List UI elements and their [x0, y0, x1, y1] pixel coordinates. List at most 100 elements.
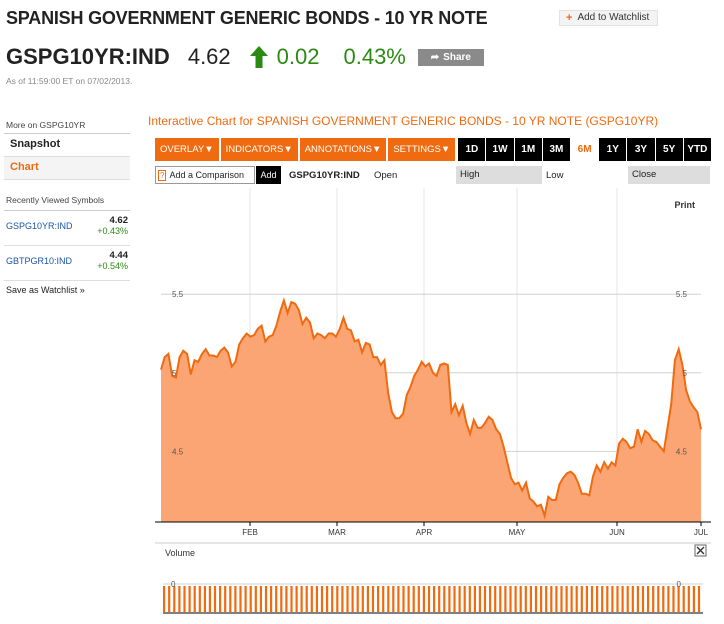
volume-tick-label-left: 0 [171, 580, 176, 589]
volume-bar [326, 586, 329, 612]
volume-bar [473, 586, 476, 612]
volume-bar [178, 586, 181, 612]
volume-bar [601, 586, 604, 612]
volume-bar [244, 586, 247, 612]
volume-bar [453, 586, 456, 612]
quote-price: 4.62 [187, 44, 231, 69]
range-3m-button[interactable]: 3M [542, 138, 571, 161]
quote-pct-change: 0.43% [343, 44, 406, 69]
volume-bar [188, 586, 191, 612]
range-1d-button[interactable]: 1D [458, 138, 486, 161]
close-label: Close [628, 166, 710, 184]
volume-bar [524, 586, 527, 612]
plus-icon: + [566, 12, 573, 24]
overlay-menu[interactable]: OVERLAY▼ [155, 138, 219, 161]
range-ytd-button[interactable]: YTD [683, 138, 711, 161]
range-6m-button[interactable]: 6M [571, 138, 599, 161]
range-1y-button[interactable]: 1Y [599, 138, 627, 161]
recent-symbol-link[interactable]: GBTPGR10:IND [6, 256, 72, 266]
sidebar-item-chart[interactable]: Chart [4, 157, 130, 180]
volume-bar [392, 586, 395, 612]
volume-bar [198, 586, 201, 612]
volume-bar [652, 586, 655, 612]
volume-bar [427, 586, 431, 612]
volume-bar [173, 586, 176, 612]
recent-symbol-link[interactable]: GSPG10YR:IND [6, 221, 73, 231]
add-comparison-button[interactable]: Add [256, 166, 281, 184]
volume-bar [249, 586, 252, 612]
volume-bar [387, 586, 390, 612]
indicators-menu[interactable]: INDICATORS▼ [220, 138, 298, 161]
volume-bar [662, 586, 665, 612]
volume-bar [285, 586, 288, 612]
quote-row: GSPG10YR:IND 4.62 0.02 0.43% ➦ Share [6, 42, 484, 72]
sidebar-heading: More on GSPG10YR [4, 118, 130, 134]
volume-bar [275, 586, 278, 612]
volume-bar [443, 586, 446, 612]
chart-symbol: GSPG10YR:IND [289, 169, 360, 181]
low-label: Low [546, 169, 564, 181]
range-5y-button[interactable]: 5Y [655, 138, 683, 161]
volume-bar [361, 586, 364, 612]
range-3y-button[interactable]: 3Y [627, 138, 655, 161]
save-as-watchlist-label: Save as Watchlist [6, 285, 78, 295]
volume-bar [641, 586, 645, 612]
open-label: Open [374, 169, 398, 181]
save-as-watchlist-link[interactable]: Save as Watchlist » [4, 281, 130, 299]
volume-bar [570, 586, 573, 612]
recent-symbol-row[interactable]: GSPG10YR:IND 4.62 +0.43% [4, 211, 130, 246]
range-1m-button[interactable]: 1M [514, 138, 542, 161]
recent-symbol-row[interactable]: GBTPGR10:IND 4.44 +0.54% [4, 246, 130, 281]
chart-toolbar: OVERLAY▼ INDICATORS▼ ANNOTATIONS▼ SETTIN… [155, 138, 711, 161]
volume-label: Volume [165, 548, 195, 558]
volume-bar [234, 586, 237, 612]
volume-bar [341, 586, 344, 612]
volume-bar [468, 586, 471, 612]
y-tick-label-left: 4.5 [172, 447, 184, 456]
volume-bar [315, 586, 318, 612]
volume-bar [504, 586, 507, 612]
add-to-watchlist-button[interactable]: + Add to Watchlist [559, 10, 659, 26]
share-label: Share [443, 51, 471, 63]
volume-bar [499, 586, 502, 612]
annotations-menu[interactable]: ANNOTATIONS▼ [299, 138, 387, 161]
volume-bar [540, 586, 543, 612]
volume-bar [320, 586, 324, 612]
volume-bar [565, 586, 568, 612]
help-icon[interactable]: ? [158, 169, 167, 181]
volume-chart: Volume 0 0 [155, 540, 711, 616]
volume-bar [433, 586, 436, 612]
volume-bar [509, 586, 512, 612]
volume-bar [667, 586, 670, 612]
comparison-input[interactable]: ? Add a Comparison [155, 166, 255, 184]
settings-menu[interactable]: SETTINGS▼ [388, 138, 456, 161]
volume-bar [616, 586, 619, 612]
price-chart[interactable]: 4.5 4.5 5 5 5.5 5.5 FEB MAR APR MAY JUN JUL Print [155, 188, 711, 540]
y-tick-label-left: 5.5 [172, 290, 184, 299]
as-of-timestamp: As of 11:59:00 ET on 07/02/2013. [6, 76, 133, 86]
share-button[interactable]: ➦ Share [417, 48, 484, 66]
volume-bar [259, 586, 262, 612]
volume-bar [483, 586, 487, 612]
volume-bar [270, 586, 273, 612]
volume-bar [550, 586, 553, 612]
volume-bar [168, 586, 171, 612]
volume-bar [555, 586, 558, 612]
volume-bar [239, 586, 242, 612]
y-tick-label-right: 5 [683, 369, 688, 378]
indicators-menu-label: INDICATORS [225, 144, 284, 155]
volume-bar [448, 586, 451, 612]
print-button[interactable]: Print [674, 200, 695, 210]
comparison-placeholder: Add a Comparison [169, 170, 244, 180]
volume-bar [219, 586, 222, 612]
volume-bar [290, 586, 293, 612]
annotations-menu-label: ANNOTATIONS [304, 144, 372, 155]
volume-bar [417, 586, 420, 612]
quote-symbol: GSPG10YR:IND [6, 44, 170, 69]
high-label: High [456, 166, 542, 184]
range-1w-button[interactable]: 1W [486, 138, 514, 161]
y-tick-label-right: 5.5 [676, 290, 688, 299]
sidebar-item-snapshot[interactable]: Snapshot [4, 134, 130, 157]
volume-bar [657, 586, 660, 612]
volume-bar [163, 586, 166, 612]
